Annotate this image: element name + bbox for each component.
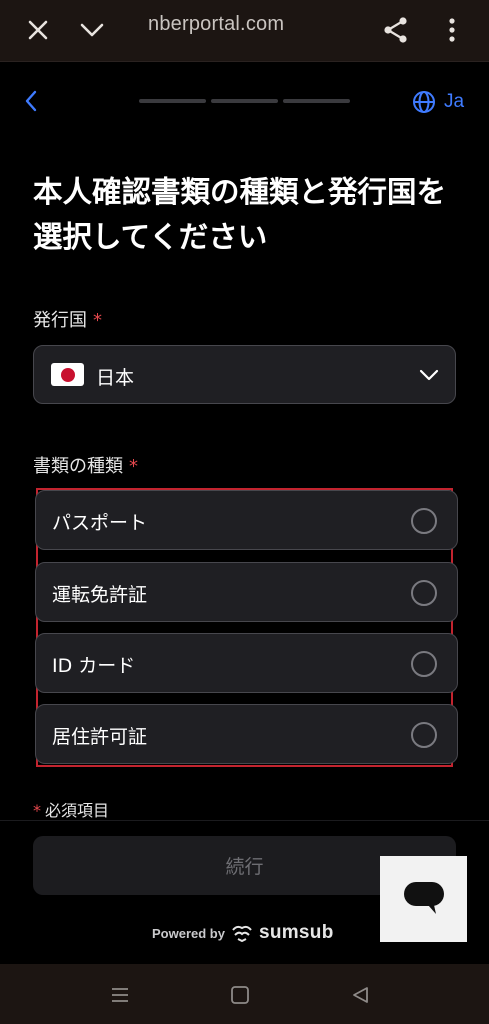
radio-button[interactable] [411, 508, 437, 534]
required-mark: * [33, 801, 41, 820]
system-navigation-bar [0, 964, 489, 1024]
home-button[interactable] [226, 982, 254, 1008]
collapse-button[interactable] [72, 10, 112, 50]
page-header: Ja [0, 62, 489, 142]
progress-step [283, 99, 350, 103]
chevron-left-icon [25, 90, 37, 112]
powered-by: Powered by sumsub [152, 922, 334, 944]
document-option-residence-permit[interactable]: 居住許可証 [35, 704, 458, 764]
required-note-text: 必須項目 [45, 801, 110, 820]
home-square-icon [231, 986, 249, 1004]
more-options-button[interactable] [432, 10, 472, 50]
recent-apps-button[interactable] [106, 982, 134, 1008]
share-icon [384, 17, 407, 43]
sumsub-logo-icon [232, 925, 252, 942]
radio-button[interactable] [411, 722, 437, 748]
country-field-label: 発行国 * [33, 306, 102, 332]
chevron-down-icon [80, 23, 104, 37]
language-button[interactable]: Ja [412, 86, 464, 118]
country-select-value: 日本 [96, 367, 135, 389]
required-mark: * [129, 456, 138, 477]
close-icon [28, 20, 48, 40]
close-tab-button[interactable] [18, 10, 58, 50]
sumsub-brand: sumsub [258, 922, 334, 943]
document-option-drivers-license[interactable]: 運転免許証 [35, 562, 458, 622]
page-title: 本人確認書類の種類と発行国を選択してください [33, 175, 447, 254]
radio-button[interactable] [411, 580, 437, 606]
menu-lines-icon [112, 988, 128, 1002]
progress-step [211, 99, 278, 103]
share-button[interactable] [376, 10, 416, 50]
url-text[interactable]: nberportal.com [148, 13, 284, 36]
chevron-down-icon [419, 369, 439, 381]
back-nav-button[interactable] [346, 982, 374, 1008]
required-fields-note: * 必須項目 [33, 797, 109, 821]
browser-toolbar: nberportal.com [0, 0, 489, 62]
document-type-options: パスポート 運転免許証 ID カード 居住許可証 [35, 488, 458, 767]
language-label: Ja [444, 91, 465, 112]
back-button[interactable] [16, 84, 46, 118]
document-field-label: 書類の種類 * [33, 452, 138, 478]
document-option-passport[interactable]: パスポート [35, 490, 458, 550]
chat-widget-button[interactable] [380, 856, 467, 942]
country-label-text: 発行国 [33, 310, 87, 331]
japan-flag-icon [51, 363, 84, 386]
back-triangle-icon [353, 987, 368, 1003]
document-option-label: 居住許可証 [52, 726, 148, 748]
divider [0, 820, 489, 821]
chat-bubble-icon [403, 882, 444, 914]
radio-button[interactable] [411, 651, 437, 677]
document-label-text: 書類の種類 [33, 456, 123, 477]
country-select[interactable]: 日本 [33, 345, 456, 404]
document-option-id-card[interactable]: ID カード [35, 633, 458, 693]
document-option-label: パスポート [52, 512, 148, 534]
progress-step [139, 99, 206, 103]
document-option-label: 運転免許証 [52, 584, 148, 606]
progress-indicator [139, 99, 350, 103]
document-option-label: ID カード [52, 655, 136, 677]
powered-by-label: Powered by [152, 925, 225, 941]
globe-icon [413, 91, 435, 113]
required-mark: * [93, 310, 102, 331]
more-vertical-icon [449, 18, 455, 42]
